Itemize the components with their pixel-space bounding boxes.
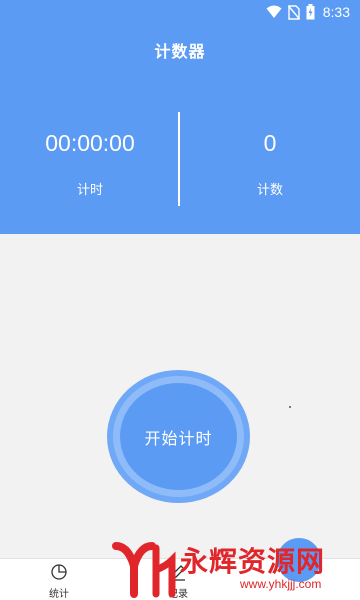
start-timer-button-wrap: 开始计时 xyxy=(107,370,250,503)
status-time: 8:33 xyxy=(322,4,350,20)
decorative-dot xyxy=(289,406,291,408)
nav-item-label: 统计 xyxy=(49,589,69,600)
start-timer-button[interactable]: 开始计时 xyxy=(120,383,237,490)
nav-item-records[interactable]: 记录 xyxy=(148,563,208,600)
timer-label: 计时 xyxy=(76,183,103,198)
nav-item-stats[interactable]: 统计 xyxy=(29,563,89,600)
timer-value: 00:00:00 xyxy=(45,130,135,156)
battery-charging-icon xyxy=(306,4,315,20)
count-value: 0 xyxy=(263,130,277,156)
status-bar: 8:33 xyxy=(0,0,360,24)
edit-icon xyxy=(171,565,185,581)
count-display: 0 计数 xyxy=(180,125,360,198)
nav-item-label: 记录 xyxy=(168,589,188,600)
count-label: 计数 xyxy=(256,183,283,198)
timer-display: 00:00:00 计时 xyxy=(0,125,180,198)
page-title: 计数器 xyxy=(154,42,206,61)
header: 8:33 计数器 00:00:00 计时 0 计数 xyxy=(0,0,360,234)
wifi-icon xyxy=(266,5,282,18)
floating-action-button[interactable] xyxy=(277,538,321,582)
pie-chart-icon xyxy=(51,564,67,580)
status-icons: 8:33 xyxy=(266,3,350,21)
no-sim-icon xyxy=(287,4,300,20)
